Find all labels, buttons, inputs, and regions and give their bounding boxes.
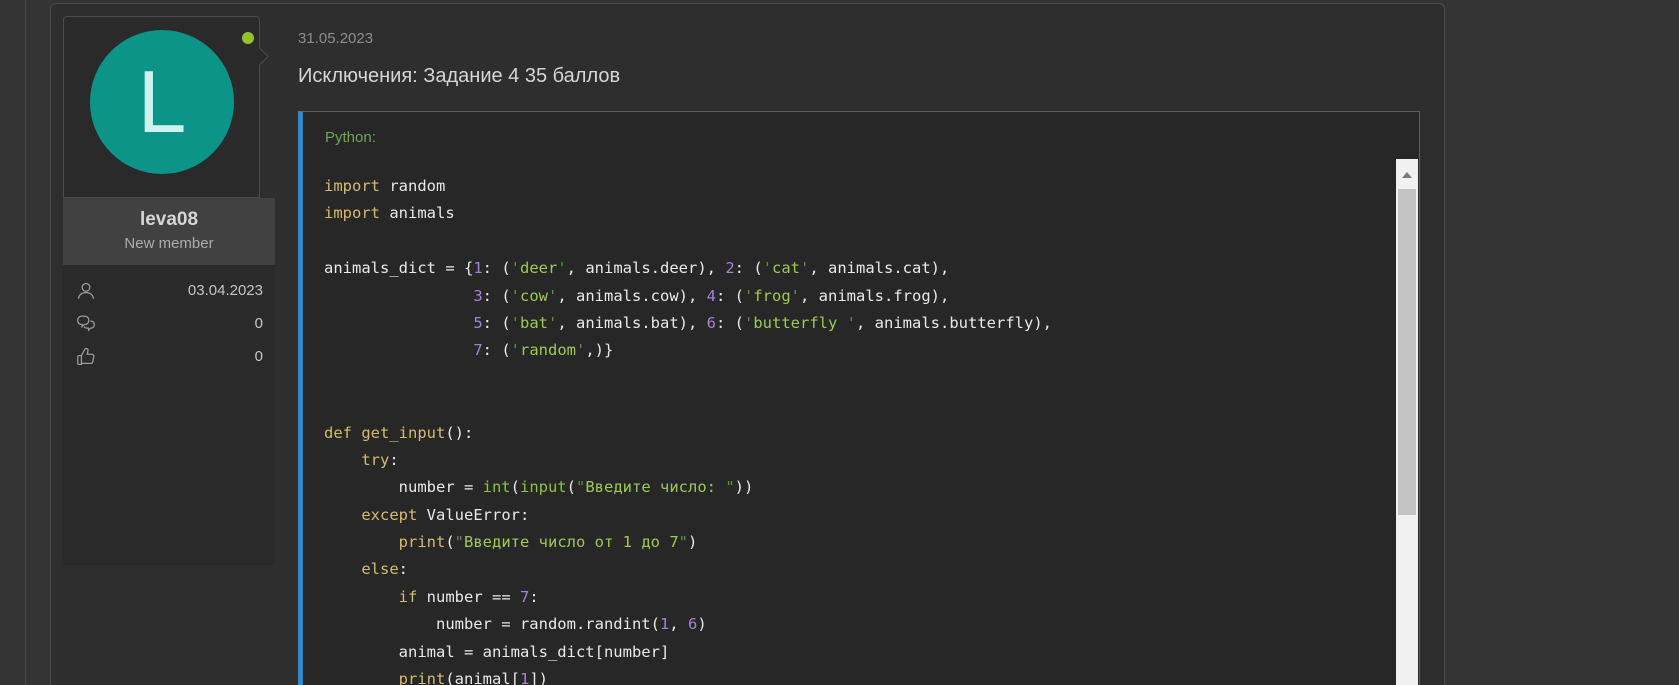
code-language-label: Python: bbox=[303, 112, 1419, 147]
messages-count: 0 bbox=[97, 315, 263, 332]
code-line: else: bbox=[324, 556, 1379, 583]
joined-date: 03.04.2023 bbox=[97, 282, 263, 299]
user-icon bbox=[75, 280, 97, 302]
messages-icon bbox=[75, 313, 97, 335]
code-line: animals_dict = {1: ('deer', animals.deer… bbox=[324, 255, 1379, 282]
code-line bbox=[324, 228, 1379, 255]
code-line: number = int(input("Введите число: ")) bbox=[324, 474, 1379, 501]
code-line: 3: ('cow', animals.cow), 4: ('frog', ani… bbox=[324, 283, 1379, 310]
scroll-up-icon bbox=[1402, 172, 1412, 178]
code-line: try: bbox=[324, 447, 1379, 474]
code-line bbox=[324, 365, 1379, 392]
user-info-cell: L leva08 New member 03.04.2023 bbox=[63, 16, 275, 565]
user-identity-block: leva08 New member bbox=[63, 198, 275, 265]
stat-row-messages: 0 bbox=[75, 307, 263, 340]
code-line: import random bbox=[324, 173, 1379, 200]
scroll-up-button[interactable] bbox=[1396, 159, 1418, 189]
code-block: Python: import randomimport animals anim… bbox=[298, 111, 1420, 685]
user-role: New member bbox=[67, 235, 271, 252]
post-title: Исключения: Задание 4 35 баллов bbox=[298, 63, 1420, 89]
code-line bbox=[324, 392, 1379, 419]
message-content: 31.05.2023 Исключения: Задание 4 35 балл… bbox=[298, 29, 1420, 685]
avatar-box: L bbox=[63, 16, 260, 198]
online-status-dot bbox=[242, 32, 254, 44]
stat-row-joined: 03.04.2023 bbox=[75, 274, 263, 307]
forum-post: L leva08 New member 03.04.2023 bbox=[50, 3, 1445, 685]
scrollbar-thumb[interactable] bbox=[1398, 189, 1416, 515]
likes-count: 0 bbox=[97, 348, 263, 365]
code-line: print(animal[1]) bbox=[324, 666, 1379, 685]
code-line: except ValueError: bbox=[324, 502, 1379, 529]
code-scrollbar[interactable] bbox=[1396, 159, 1418, 685]
username-link[interactable]: leva08 bbox=[67, 209, 271, 231]
user-avatar[interactable]: L bbox=[90, 30, 234, 174]
code-line: print("Введите число от 1 до 7") bbox=[324, 529, 1379, 556]
post-date-link[interactable]: 31.05.2023 bbox=[298, 29, 373, 48]
code-body: import randomimport animals animals_dict… bbox=[303, 147, 1419, 685]
code-line: def get_input(): bbox=[324, 420, 1379, 447]
user-stats-block: 03.04.2023 0 0 bbox=[63, 265, 275, 565]
likes-icon bbox=[75, 346, 97, 368]
stat-row-likes: 0 bbox=[75, 340, 263, 373]
code-line: animal = animals_dict[number] bbox=[324, 639, 1379, 666]
code-line: 7: ('random',)} bbox=[324, 337, 1379, 364]
page-content-divider bbox=[25, 0, 26, 685]
code-line: number = random.randint(1, 6) bbox=[324, 611, 1379, 638]
code-line: if number == 7: bbox=[324, 584, 1379, 611]
message-pointer-arrow bbox=[250, 47, 268, 65]
code-line: 5: ('bat', animals.bat), 6: ('butterfly … bbox=[324, 310, 1379, 337]
code-line: import animals bbox=[324, 200, 1379, 227]
forum-page: L leva08 New member 03.04.2023 bbox=[0, 0, 1679, 685]
avatar-letter: L bbox=[138, 58, 187, 146]
